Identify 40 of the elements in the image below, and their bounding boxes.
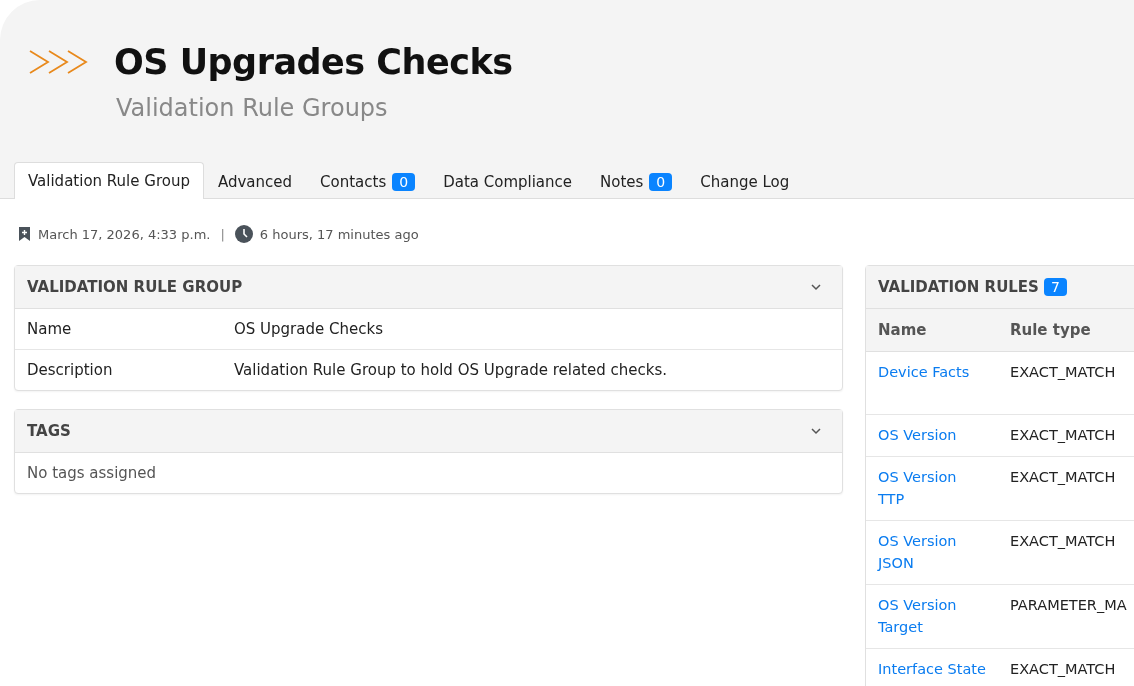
rule-link[interactable]: OS Version TTP: [866, 456, 998, 521]
page-title: OS Upgrades Checks: [114, 42, 513, 82]
separator: |: [220, 226, 225, 242]
chevrons-icon: [28, 48, 90, 76]
table-cell: PARAMETER_MA: [998, 584, 1134, 649]
page-subtitle: Validation Rule Groups: [116, 94, 388, 122]
bookmark-icon: [18, 226, 31, 242]
count-badge: 0: [392, 173, 416, 191]
tab[interactable]: Advanced: [203, 164, 307, 199]
count-badge: 0: [649, 173, 673, 191]
field-label: Description: [27, 361, 114, 379]
tab[interactable]: Validation Rule Group: [14, 162, 204, 199]
tab[interactable]: Contacts 0: [306, 164, 430, 199]
table-cell: EXACT_MATCH: [998, 456, 1134, 521]
clock-icon: [234, 225, 253, 243]
count-badge: 7: [1043, 278, 1067, 296]
rule-link[interactable]: OS Version Target: [866, 584, 998, 649]
tab[interactable]: Data Compliance: [429, 164, 587, 199]
panel-title: TAGS: [27, 422, 71, 440]
table-cell: EXACT_MATCH: [998, 351, 1134, 415]
panel-title: VALIDATION RULES: [878, 278, 1039, 296]
rule-link[interactable]: OS Version: [866, 414, 998, 457]
rule-link[interactable]: Interface State: [866, 648, 998, 686]
field-label: Name: [27, 320, 73, 338]
panel-title: VALIDATION RULE GROUP: [27, 278, 243, 296]
table-cell: EXACT_MATCH: [998, 414, 1134, 457]
tab[interactable]: Notes 0: [586, 164, 687, 199]
field-value: Validation Rule Group to hold OS Upgrade related checks.: [234, 361, 667, 379]
rule-link[interactable]: OS Version JSON: [866, 520, 998, 585]
updated-time: 6 hours, 17 minutes ago: [259, 226, 419, 242]
tab[interactable]: Change Log: [686, 164, 804, 199]
field-value: OS Upgrade Checks: [234, 320, 383, 338]
table-cell: EXACT_MATCH: [998, 648, 1134, 686]
column-header[interactable]: Rule type: [998, 309, 1134, 352]
created-date: March 17, 2026, 4:33 p.m.: [38, 226, 211, 242]
rule-link[interactable]: Device Facts: [866, 351, 998, 415]
chevron-down-icon[interactable]: [810, 281, 822, 293]
empty-message: No tags assigned: [27, 464, 157, 482]
table-cell: EXACT_MATCH: [998, 520, 1134, 585]
column-header[interactable]: Name: [866, 309, 998, 352]
